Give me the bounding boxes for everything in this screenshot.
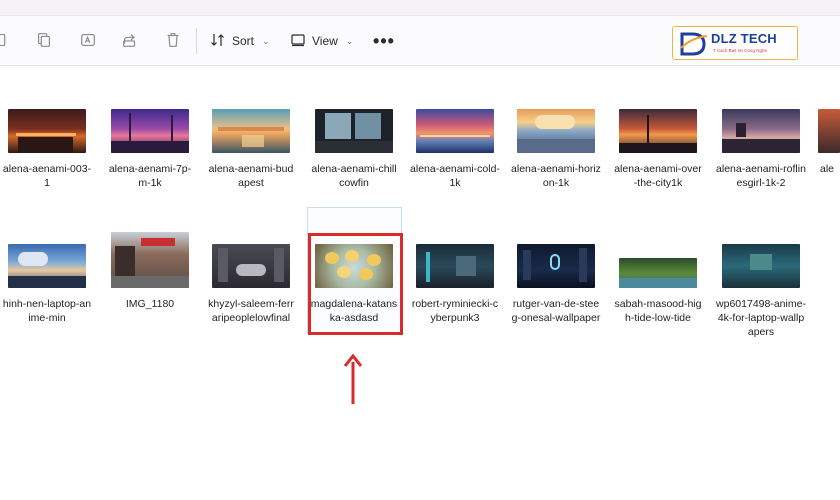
- file-item[interactable]: alena-aenami-horizon-1k: [509, 109, 603, 190]
- thumbnail-image: [416, 109, 494, 153]
- file-grid: alena-aenami-003-1 alena-aenami-7p-m-1k …: [0, 67, 840, 500]
- file-name: khyzyl-saleem-ferraripeoplelowfinal: [208, 298, 294, 324]
- thumbnail-image: [111, 109, 189, 153]
- dlz-tech-logo: DLZ TECH T Cach Biet Ve Cong Nghe: [672, 26, 798, 60]
- chevron-down-icon: ⌄: [262, 35, 270, 46]
- cut-icon[interactable]: [0, 30, 12, 50]
- view-button[interactable]: View ⌄: [286, 28, 357, 54]
- copy-icon[interactable]: [34, 30, 54, 50]
- file-name: alena-aenami-003-1: [2, 163, 92, 189]
- thumbnail-image: [722, 244, 800, 288]
- file-item[interactable]: khyzyl-saleem-ferraripeoplelowfinal: [204, 244, 298, 325]
- arrow-up-icon: [343, 354, 363, 404]
- sort-label: Sort: [232, 34, 255, 48]
- logo-mark-icon: [680, 32, 708, 56]
- file-name: alena-aenami-7p-m-1k: [108, 163, 192, 189]
- file-item[interactable]: alena-aenami-cold-1k: [408, 109, 502, 190]
- file-item[interactable]: wp6017498-anime-4k-for-laptop-wallpapers: [714, 244, 808, 339]
- file-explorer-window: Sort ⌄ View ⌄ ••• DLZ TECH T Cach Biet V…: [0, 0, 840, 500]
- rename-icon[interactable]: [78, 30, 98, 50]
- file-item[interactable]: alena-aenami-7p-m-1k: [103, 109, 197, 190]
- logo-tagline: T Cach Biet Ve Cong Nghe: [713, 48, 767, 53]
- file-item[interactable]: robert-ryminiecki-cyberpunk3: [408, 244, 502, 325]
- thumbnail-image: [517, 109, 595, 153]
- file-item[interactable]: alena-aenami-budapest: [204, 109, 298, 190]
- view-label: View: [312, 34, 338, 48]
- file-name: alena-aenami-horizon-1k: [511, 163, 601, 189]
- file-name: alena-aenami-chillcowfin: [311, 163, 397, 189]
- thumbnail-image: [111, 232, 189, 288]
- share-icon[interactable]: [120, 30, 140, 50]
- thumbnail-image: [722, 109, 800, 153]
- file-name-partial: ale: [820, 163, 835, 175]
- file-item[interactable]: alena-aenami-over-the-city1k: [611, 109, 705, 190]
- thumbnail-image: [818, 109, 840, 153]
- file-name: IMG_1180: [125, 298, 175, 310]
- file-name: sabah-masood-high-tide-low-tide: [614, 298, 702, 324]
- sort-button[interactable]: Sort ⌄: [206, 28, 274, 54]
- thumbnail-image: [8, 109, 86, 153]
- file-item[interactable]: alena-aenami-003-1: [0, 109, 94, 190]
- file-item[interactable]: rutger-van-de-steeg-onesal-wallpaper: [509, 244, 603, 325]
- file-item[interactable]: alena-aenami-roflinesgirl-1k-2: [714, 109, 808, 190]
- file-item[interactable]: IMG_1180: [103, 232, 197, 311]
- thumbnail-image: [212, 109, 290, 153]
- thumbnail-image: [212, 244, 290, 288]
- file-name: alena-aenami-over-the-city1k: [614, 163, 702, 189]
- file-item[interactable]: sabah-masood-high-tide-low-tide: [611, 244, 705, 325]
- view-icon: [290, 32, 306, 51]
- thumbnail-image: [619, 258, 697, 288]
- thumbnail-image: [8, 244, 86, 288]
- logo-text: DLZ TECH: [711, 31, 777, 46]
- thumbnail-image: [416, 244, 494, 288]
- sort-icon: [210, 32, 226, 51]
- file-name: alena-aenami-roflinesgirl-1k-2: [716, 163, 806, 189]
- file-name: rutger-van-de-steeg-onesal-wallpaper: [511, 298, 601, 324]
- chevron-down-icon: ⌄: [345, 35, 354, 46]
- delete-icon[interactable]: [163, 30, 183, 50]
- toolbar-separator: [196, 28, 197, 54]
- thumbnail-image: [619, 109, 697, 153]
- file-name: alena-aenami-cold-1k: [410, 163, 500, 189]
- file-name: hinh-nen-laptop-anime-min: [2, 298, 92, 324]
- title-strip: [0, 0, 840, 16]
- file-item[interactable]: ale: [818, 109, 840, 176]
- highlight-box: [308, 233, 403, 335]
- file-name: wp6017498-anime-4k-for-laptop-wallpapers: [716, 298, 806, 338]
- thumbnail-image: [517, 244, 595, 288]
- file-item[interactable]: hinh-nen-laptop-anime-min: [0, 244, 94, 325]
- file-item[interactable]: alena-aenami-chillcowfin: [307, 109, 401, 190]
- file-name: alena-aenami-budapest: [208, 163, 294, 189]
- more-options-button[interactable]: •••: [372, 28, 396, 54]
- thumbnail-image: [315, 109, 393, 153]
- file-name: robert-ryminiecki-cyberpunk3: [411, 298, 499, 324]
